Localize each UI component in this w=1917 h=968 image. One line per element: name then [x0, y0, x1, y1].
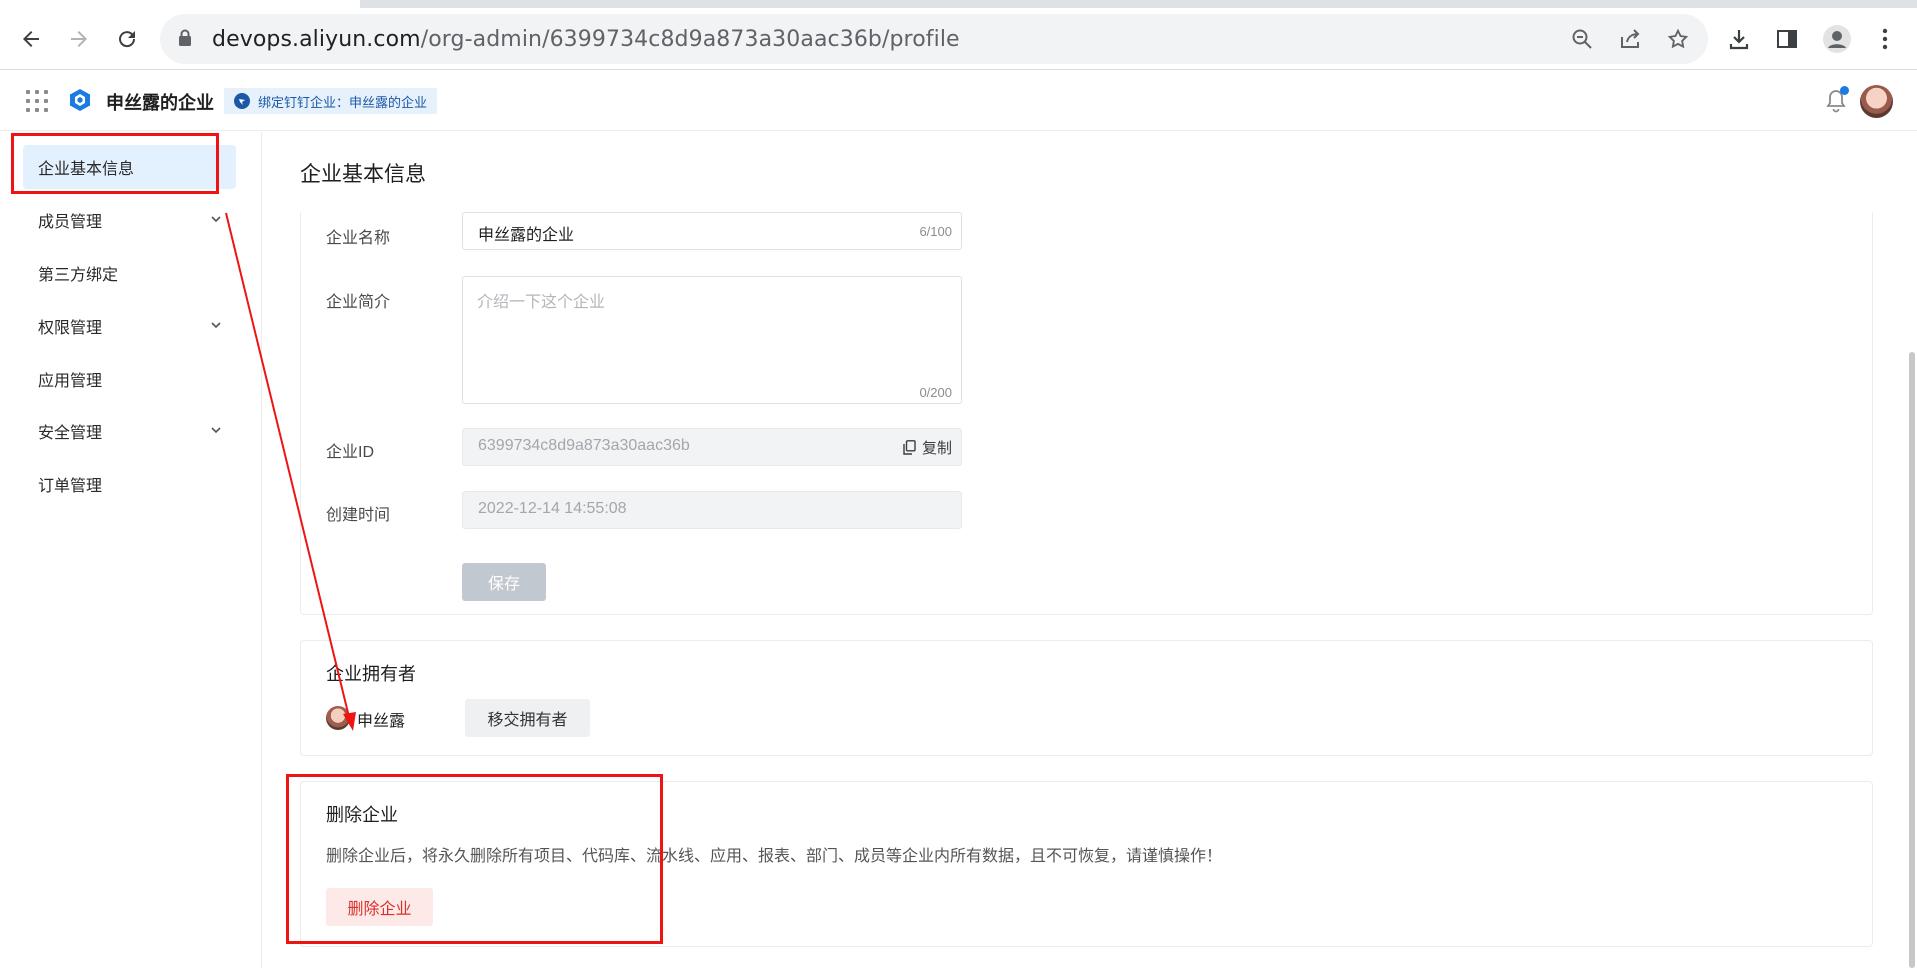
created-time-label: 创建时间 [326, 507, 391, 524]
download-icon[interactable] [1722, 22, 1756, 56]
chevron-down-icon [210, 318, 222, 336]
profile-icon[interactable] [1820, 22, 1854, 56]
sidebar-item-label: 订单管理 [38, 478, 103, 495]
share-icon[interactable] [1617, 26, 1643, 52]
notification-dot [1840, 86, 1849, 95]
org-desc-placeholder: 介绍一下这个企业 [477, 294, 606, 311]
chevron-down-icon [210, 423, 222, 441]
sidebar: 企业基本信息 成员管理 第三方绑定 权限管理 应用管理 安全管理 订单管理 [0, 132, 262, 968]
menu-dots-icon[interactable] [1868, 22, 1902, 56]
copy-label: 复制 [921, 440, 952, 457]
dingtalk-bind-badge[interactable]: 绑定钉钉企业：申丝露的企业 [224, 88, 438, 114]
copy-id-button[interactable]: 复制 [903, 437, 952, 458]
org-name-label: 企业名称 [326, 230, 391, 247]
bookmark-star-icon[interactable] [1665, 26, 1691, 52]
sidebar-item-apps[interactable]: 应用管理 [23, 357, 236, 401]
page-title: 企业基本信息 [300, 163, 426, 186]
org-name-value: 申丝露的企业 [478, 227, 575, 244]
user-avatar[interactable] [1860, 85, 1893, 118]
org-desc-counter: 0/200 [919, 385, 952, 400]
browser-tab-strip [0, 0, 1917, 8]
sidebar-item-label: 第三方绑定 [38, 267, 119, 284]
browser-toolbar: devops.aliyun.com/org-admin/6399734c8d9a… [0, 8, 1917, 70]
sidebar-item-security[interactable]: 安全管理 [23, 409, 236, 453]
transfer-owner-button[interactable]: 移交拥有者 [465, 699, 590, 737]
devops-logo-icon [69, 88, 91, 117]
org-name-input[interactable]: 申丝露的企业 6/100 [462, 212, 962, 250]
org-id-field: 6399734c8d9a873a30aac36b 复制 [462, 428, 962, 466]
sidebar-item-permissions[interactable]: 权限管理 [23, 304, 236, 348]
sidebar-item-label: 成员管理 [38, 214, 103, 231]
side-panel-icon[interactable] [1770, 22, 1804, 56]
url-text: devops.aliyun.com/org-admin/6399734c8d9a… [212, 27, 960, 52]
created-time-field: 2022-12-14 14:55:08 [462, 491, 962, 529]
app-header: 申丝露的企业 绑定钉钉企业：申丝露的企业 [0, 71, 1917, 131]
created-time-value: 2022-12-14 14:55:08 [478, 500, 627, 517]
basic-info-card: 企业名称 申丝露的企业 6/100 企业简介 介绍一下这个企业 0/200 企业… [300, 212, 1873, 615]
org-name-counter: 6/100 [919, 224, 952, 239]
owner-card: 企业拥有者 申丝露 移交拥有者 [300, 640, 1873, 756]
owner-name: 申丝露 [357, 713, 406, 730]
active-tab-edge [0, 0, 360, 8]
annotation-box-delete [286, 774, 663, 944]
lock-icon [178, 29, 192, 52]
org-desc-label: 企业简介 [326, 294, 391, 311]
save-button[interactable]: 保存 [462, 563, 546, 601]
address-bar[interactable]: devops.aliyun.com/org-admin/6399734c8d9a… [160, 14, 1708, 64]
copy-icon [903, 440, 916, 455]
sidebar-item-label: 安全管理 [38, 425, 103, 442]
reload-icon[interactable] [108, 20, 146, 58]
dingtalk-icon [234, 93, 250, 109]
org-id-value: 6399734c8d9a873a30aac36b [478, 437, 690, 454]
sidebar-item-orders[interactable]: 订单管理 [23, 462, 236, 506]
org-name[interactable]: 申丝露的企业 [106, 89, 214, 115]
sidebar-item-label: 应用管理 [38, 373, 103, 390]
org-id-label: 企业ID [326, 444, 375, 461]
back-arrow-icon[interactable] [12, 20, 50, 58]
app-launcher-icon[interactable] [26, 90, 48, 112]
org-desc-textarea[interactable]: 介绍一下这个企业 0/200 [462, 276, 962, 404]
forward-arrow-icon[interactable] [60, 20, 98, 58]
sidebar-item-label: 权限管理 [38, 320, 103, 337]
sidebar-item-members[interactable]: 成员管理 [23, 198, 236, 242]
chevron-down-icon [210, 212, 222, 230]
page-scrollbar[interactable] [1909, 352, 1915, 968]
sidebar-item-third-party[interactable]: 第三方绑定 [23, 251, 236, 295]
dingtalk-bind-label: 绑定钉钉企业：申丝露的企业 [258, 94, 428, 110]
zoom-icon[interactable] [1569, 26, 1595, 52]
annotation-box-sidebar [11, 133, 219, 194]
owner-title: 企业拥有者 [326, 664, 416, 684]
owner-avatar [326, 706, 350, 730]
